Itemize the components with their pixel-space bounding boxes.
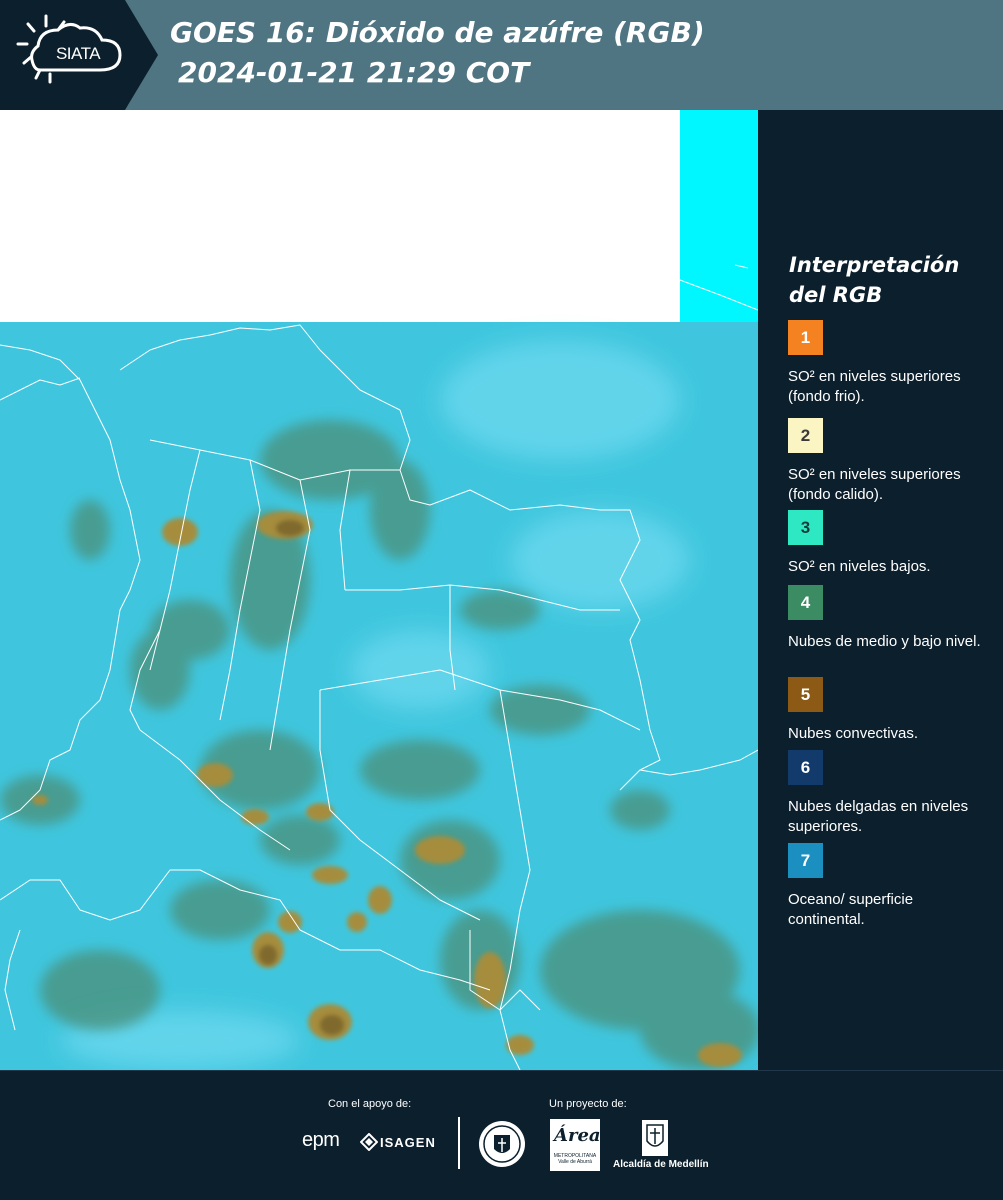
timestamp: 2024-01-21 21:29 COT	[178, 56, 530, 89]
legend-label-6: Nubes delgadas en niveles superiores.	[788, 798, 969, 835]
area-subtitle: METROPOLITANA Valle de Aburrá	[553, 1153, 597, 1165]
medellin-seal-icon	[479, 1121, 525, 1167]
legend-item-2: 2 SO² en niveles superiores (fondo calid…	[788, 418, 993, 505]
legend-swatch-2: 2	[788, 418, 823, 453]
legend-swatch-6: 6	[788, 750, 823, 785]
legend-swatch-1: 1	[788, 320, 823, 355]
satellite-map	[0, 110, 758, 1070]
area-metropolitana-logo: Área METROPOLITANA Valle de Aburrá	[550, 1119, 601, 1171]
logo-text: SIATA	[55, 44, 101, 63]
footer-divider	[458, 1117, 460, 1169]
legend-swatch-7: 7	[788, 843, 823, 878]
legend-label-2: SO² en niveles superiores (fondo calido)…	[788, 466, 961, 503]
alcaldia-text: Alcaldía de Medellín	[613, 1159, 709, 1170]
project-label: Un proyecto de:	[549, 1098, 627, 1110]
page-title: GOES 16: Dióxido de azúfre (RGB)	[170, 16, 705, 49]
header: SIATA GOES 16: Dióxido de azúfre (RGB) 2…	[0, 0, 1003, 110]
legend-swatch-5: 5	[788, 677, 823, 712]
isagen-logo: ISAGEN	[380, 1135, 436, 1150]
footer: Con el apoyo de: Un proyecto de: epm ISA…	[0, 1070, 1003, 1200]
epm-logo: epm	[302, 1129, 340, 1151]
legend-item-6: 6 Nubes delgadas en niveles superiores.	[788, 750, 993, 837]
legend-label-3: SO² en niveles bajos.	[788, 558, 931, 575]
siata-logo: SIATA	[0, 0, 158, 110]
legend-swatch-3: 3	[788, 510, 823, 545]
area-script: Área	[554, 1125, 601, 1146]
legend-swatch-4: 4	[788, 585, 823, 620]
legend-label-5: Nubes convectivas.	[788, 725, 919, 742]
alcaldia-shield-icon	[642, 1120, 668, 1156]
legend-item-1: 1 SO² en niveles superiores (fondo frio)…	[788, 320, 993, 407]
legend-panel: Interpretación del RGB 1 SO² en niveles …	[758, 110, 1003, 1070]
legend-item-7: 7 Oceano/ superficie continental.	[788, 843, 993, 930]
legend-label-1: SO² en niveles superiores (fondo frio).	[788, 368, 961, 405]
legend-item-5: 5 Nubes convectivas.	[788, 677, 993, 744]
rgb-composite-image	[0, 110, 758, 1070]
legend-item-4: 4 Nubes de medio y bajo nivel.	[788, 585, 993, 652]
cyan-strip	[680, 110, 758, 322]
legend-item-3: 3 SO² en niveles bajos.	[788, 510, 993, 577]
legend-label-7: Oceano/ superficie continental.	[788, 891, 914, 928]
legend-title: Interpretación del RGB	[789, 253, 960, 307]
isagen-icon	[360, 1133, 378, 1151]
support-label: Con el apoyo de:	[328, 1098, 412, 1110]
legend-label-4: Nubes de medio y bajo nivel.	[788, 633, 981, 650]
